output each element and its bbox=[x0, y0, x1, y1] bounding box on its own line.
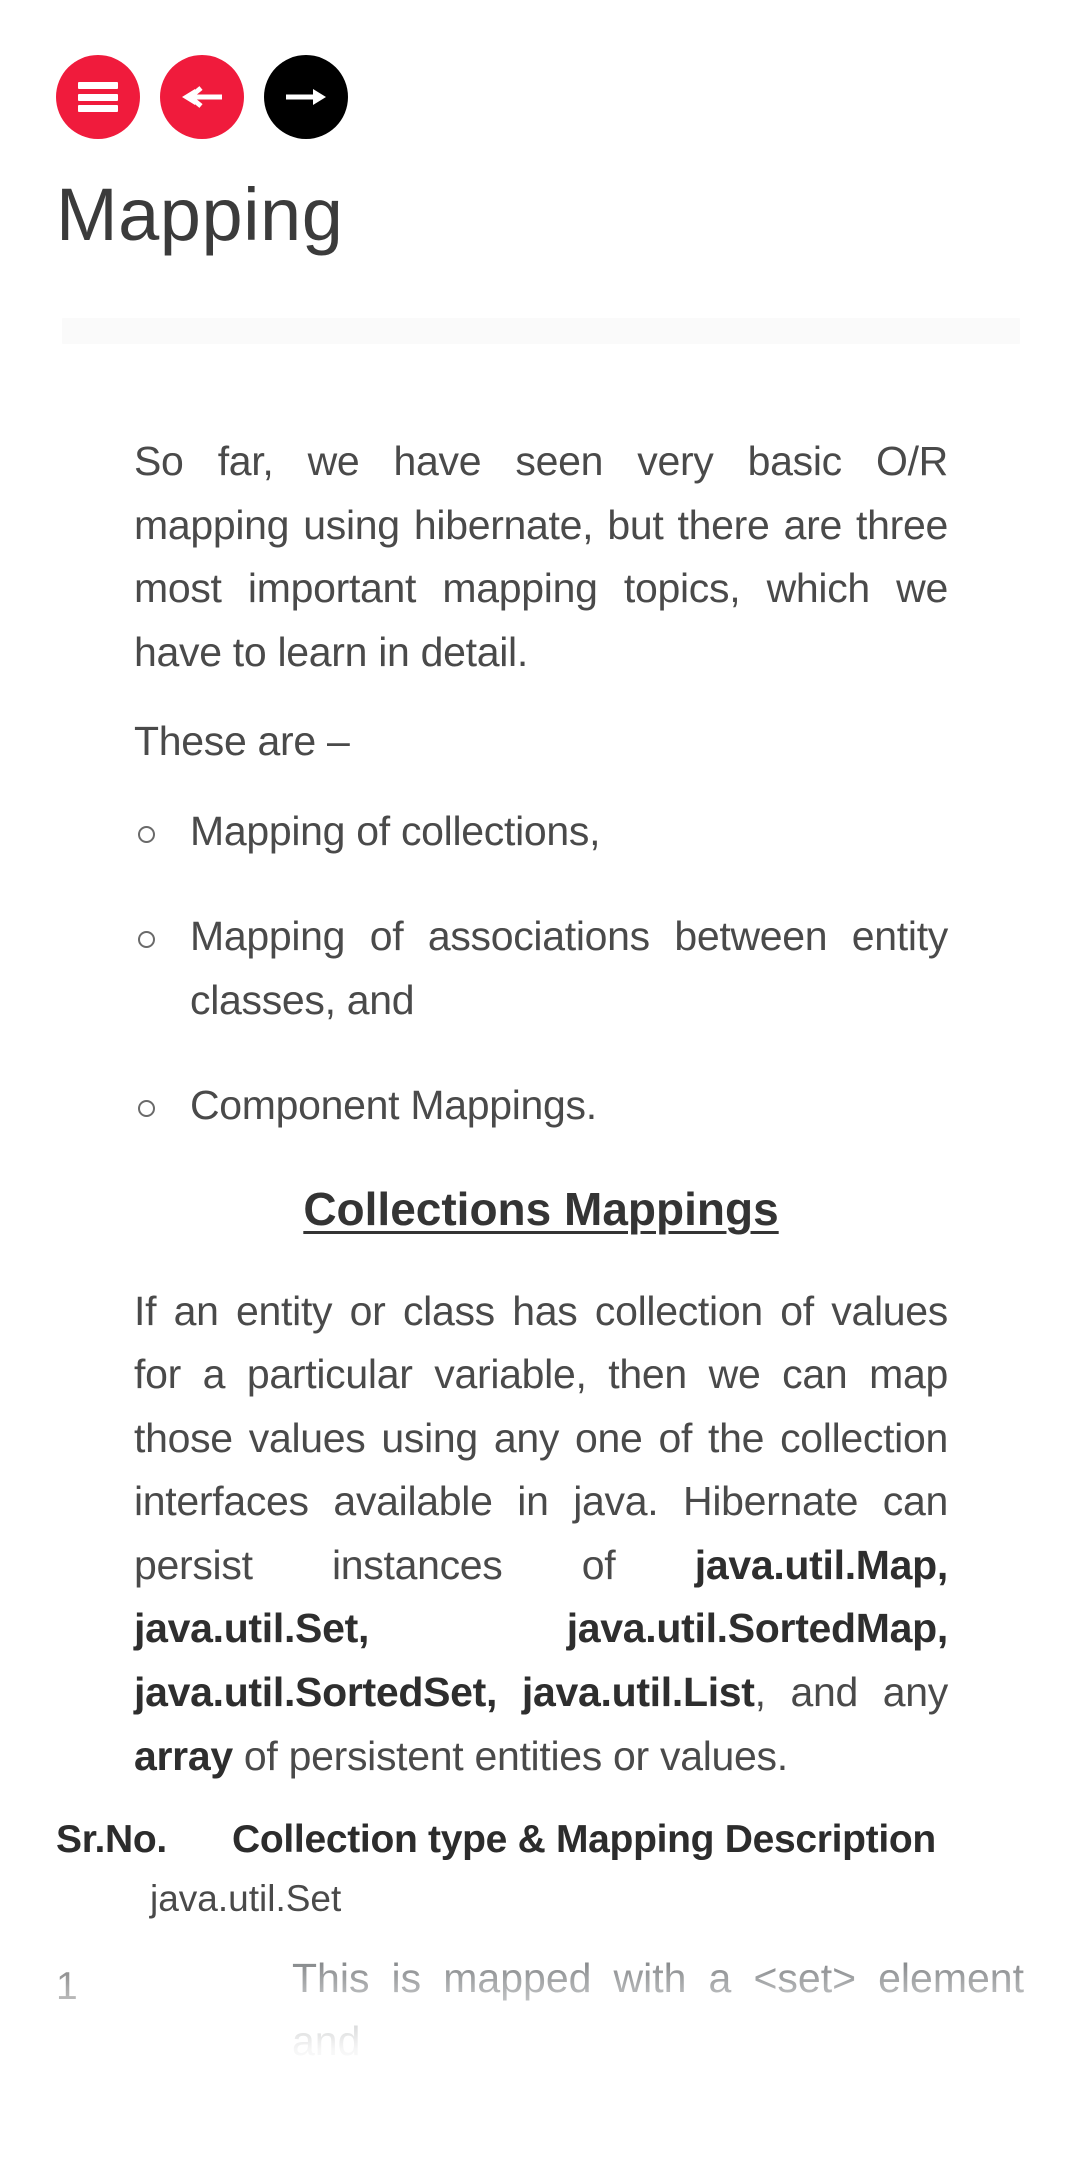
collection-types-table: Sr.No. Collection type & Mapping Descrip… bbox=[0, 1814, 1080, 2074]
lead-in-text: These are – bbox=[134, 718, 350, 765]
previous-page-button[interactable] bbox=[160, 55, 244, 139]
hamburger-icon bbox=[78, 82, 118, 112]
article-content: So far, we have seen very basic O/R mapp… bbox=[0, 430, 1080, 2074]
code-term: java.util.SortedMap, bbox=[566, 1605, 949, 1652]
code-term: array bbox=[134, 1732, 233, 1779]
code-term: java.util.Set, bbox=[134, 1605, 370, 1652]
row-sr-no: 1 bbox=[56, 1964, 78, 2008]
column-header-sr-no: Sr.No. bbox=[56, 1818, 167, 1862]
table-row: 1 This is mapped with a <set> element an… bbox=[0, 1947, 1080, 2074]
code-term: java.util.Map, bbox=[694, 1541, 949, 1588]
section-heading-text: Collections Mappings bbox=[303, 1182, 779, 1235]
intro-paragraph: So far, we have seen very basic O/R mapp… bbox=[134, 438, 948, 675]
row-description: This is mapped with a <set> element and bbox=[292, 1954, 1024, 2065]
arrow-left-icon bbox=[182, 86, 222, 108]
list-item: Mapping of collections, bbox=[134, 800, 948, 864]
collections-body-paragraph: If an entity or class has collection of … bbox=[56, 1280, 1024, 1788]
column-header-description: Collection type & Mapping Description bbox=[232, 1818, 936, 1862]
section-heading: Collections Mappings bbox=[56, 1180, 1024, 1240]
arrow-right-icon bbox=[286, 89, 326, 105]
content-placeholder-strip bbox=[62, 318, 1020, 344]
body-text-run bbox=[369, 1605, 567, 1651]
table-header-row: Sr.No. Collection type & Mapping Descrip… bbox=[0, 1814, 1080, 1867]
code-term: java.util.List bbox=[521, 1669, 755, 1715]
page-title: Mapping bbox=[56, 173, 344, 256]
list-item: Mapping of associations between entity c… bbox=[134, 905, 948, 1032]
floating-action-toolbar bbox=[56, 55, 348, 139]
body-text-run bbox=[497, 1669, 522, 1715]
body-text-run: of persistent entities or values. bbox=[232, 1732, 788, 1779]
code-term: java.util.SortedSet, bbox=[134, 1669, 498, 1715]
body-text-run: , and any bbox=[754, 1669, 949, 1715]
next-page-button[interactable] bbox=[264, 55, 348, 139]
topics-list: Mapping of collections, Mapping of assoc… bbox=[56, 800, 1024, 1138]
row-collection-type: java.util.Set bbox=[150, 1877, 342, 1919]
list-item: Component Mappings. bbox=[134, 1074, 948, 1138]
menu-button[interactable] bbox=[56, 55, 140, 139]
